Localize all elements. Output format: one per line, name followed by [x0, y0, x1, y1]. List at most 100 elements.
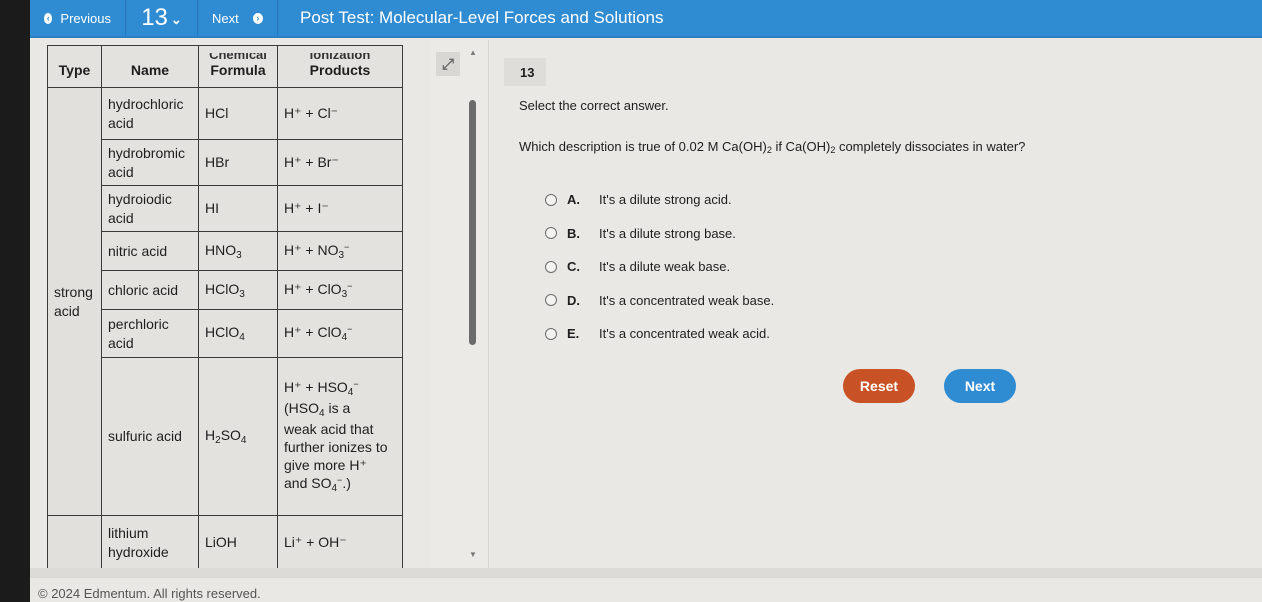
table-row: hydroiodic acid HI H⁺ + I⁻: [48, 185, 403, 232]
previous-label: Previous: [60, 10, 111, 26]
name-cell: sulfuric acid: [101, 357, 199, 516]
question-text: Which description is true of 0.02 M Ca(O…: [519, 139, 1025, 155]
reset-button[interactable]: Reset: [843, 369, 915, 403]
products-note: (HSO: [284, 399, 319, 416]
table-row: lithium hydroxide LiOH Li⁺ + OH⁻: [47, 515, 403, 568]
choice-letter: B.: [567, 225, 580, 241]
formula-subscript: 3: [236, 249, 242, 261]
table-row: hydrobromic acid HBr H⁺ + Br⁻: [48, 139, 403, 186]
name-cell: hydrobromic acid: [101, 139, 199, 186]
radio-button[interactable]: [545, 294, 557, 307]
choice-text: It's a dilute weak base.: [599, 259, 731, 275]
products-cell: H⁺ + HSO4− (HSO4 is a weak acid that fur…: [277, 357, 403, 516]
choice-letter: E.: [567, 326, 580, 342]
choice-letter: A.: [567, 192, 580, 208]
formula-subscript: 4: [239, 332, 245, 343]
table-row: perchloric acid HClO4 H⁺ + ClO4−: [48, 309, 403, 358]
table-row: strong acid hydrochloric acid HCl H⁺ + C…: [47, 87, 403, 516]
question-number-badge: 13: [504, 58, 546, 86]
question-text-part: if Ca(OH): [771, 139, 831, 154]
question-text-part: Which description is true of 0.02 M Ca(O…: [519, 139, 767, 154]
formula-text: SO: [220, 427, 241, 443]
products-cell: H⁺ + I⁻: [277, 185, 403, 232]
question-panel: 13 Select the correct answer. Which desc…: [488, 40, 1262, 568]
choice-d[interactable]: D. It's a concentrated weak base.: [545, 284, 774, 318]
formula-subscript: 4: [240, 435, 247, 446]
formula-subscript: 3: [239, 288, 245, 300]
radio-button[interactable]: [545, 227, 557, 240]
choice-text: It's a dilute strong base.: [599, 225, 736, 241]
radio-button[interactable]: [545, 193, 557, 206]
formula-text: HClO: [205, 324, 240, 340]
instruction-text: Select the correct answer.: [519, 98, 669, 113]
question-number-dropdown[interactable]: 13 ⌄: [126, 0, 198, 36]
choice-text: It's a concentrated weak acid.: [599, 326, 770, 342]
products-text: H⁺ + ClO: [284, 280, 342, 297]
chevron-down-icon: ⌄: [170, 12, 182, 27]
header-formula-top: Chemical: [209, 52, 267, 61]
type-label-line2: acid: [54, 302, 80, 319]
choice-letter: C.: [567, 259, 580, 275]
formula-cell: H2SO4: [198, 357, 278, 516]
triangle-down-icon[interactable]: ▼: [468, 550, 478, 560]
scrollbar-thumb[interactable]: [469, 100, 476, 345]
products-text: H⁺ + NO: [284, 241, 339, 258]
header-products-label: Products: [309, 61, 371, 78]
header-products: Ionization Products: [277, 45, 403, 88]
formula-cell: HCl: [198, 87, 278, 140]
choice-a[interactable]: A. It's a dilute strong acid.: [545, 183, 774, 217]
products-text: H⁺ + ClO: [284, 324, 342, 340]
next-button[interactable]: Next: [944, 369, 1016, 403]
name-cell: perchloric acid: [101, 309, 199, 358]
products-cell: H⁺ + NO3−: [277, 231, 403, 271]
products-superscript: −: [347, 324, 353, 334]
choice-e[interactable]: E. It's a concentrated weak acid.: [545, 317, 774, 351]
choice-c[interactable]: C. It's a dilute weak base.: [545, 250, 774, 284]
products-note: further ionizes to: [284, 438, 388, 455]
choice-letter: D.: [567, 292, 580, 308]
products-note: and SO: [284, 475, 332, 492]
name-cell: hydrochloric acid: [101, 87, 199, 140]
header-name: Name: [101, 45, 199, 88]
table-row: sulfuric acid H2SO4 H⁺ + HSO4− (HSO4 is …: [48, 357, 403, 516]
next-nav-label: Next: [212, 10, 239, 26]
choice-text: It's a dilute strong acid.: [599, 192, 732, 208]
formula-cell: LiOH: [198, 515, 278, 568]
footer-divider: [30, 568, 1262, 578]
type-cell-empty: [47, 515, 102, 568]
name-cell: chloric acid: [101, 270, 199, 310]
radio-button[interactable]: [545, 327, 557, 340]
choice-b[interactable]: B. It's a dilute strong base.: [545, 217, 774, 251]
products-superscript: −: [347, 280, 353, 291]
reference-panel: Type Name Chemical Formula Ionization Pr…: [30, 40, 430, 568]
answer-choices: A. It's a dilute strong acid. B. It's a …: [545, 183, 774, 351]
header-formula: Chemical Formula: [198, 45, 278, 88]
next-nav-button[interactable]: Next ›: [198, 0, 278, 36]
top-nav-bar: ‹ Previous 13 ⌄ Next › Post Test: Molecu…: [30, 0, 1262, 38]
header-formula-label: Formula: [210, 61, 266, 78]
formula-text: HNO: [205, 241, 237, 258]
copyright-footer: © 2024 Edmentum. All rights reserved.: [38, 586, 261, 601]
products-superscript: −: [353, 378, 359, 389]
table-row: chloric acid HClO3 H⁺ + ClO 3 −: [48, 270, 403, 310]
previous-button[interactable]: ‹ Previous: [30, 0, 126, 36]
formula-text: HClO: [205, 280, 240, 297]
name-cell: hydroiodic acid: [101, 185, 199, 232]
products-cell: H⁺ + ClO4−: [277, 309, 403, 358]
products-note: is a: [324, 399, 351, 416]
products-note: give more H⁺: [284, 457, 367, 474]
triangle-up-icon[interactable]: ▲: [468, 48, 478, 58]
formula-cell: HI: [198, 185, 278, 232]
products-cell: H⁺ + Cl⁻: [277, 87, 403, 140]
name-line: hydroxide: [108, 543, 169, 560]
test-title: Post Test: Molecular-Level Forces and So…: [300, 8, 664, 27]
type-label-line1: strong: [54, 284, 93, 301]
name-cell: nitric acid: [101, 231, 199, 271]
products-note: weak acid that: [284, 420, 374, 437]
expand-arrows-icon[interactable]: ⤢: [436, 52, 460, 76]
formula-cell: HClO3: [198, 270, 278, 310]
table-header-row: Type Name Chemical Formula Ionization Pr…: [47, 45, 403, 88]
header-products-top: Ionization: [309, 52, 371, 61]
radio-button[interactable]: [545, 260, 557, 273]
app-screen: ‹ Previous 13 ⌄ Next › Post Test: Molecu…: [30, 0, 1262, 602]
